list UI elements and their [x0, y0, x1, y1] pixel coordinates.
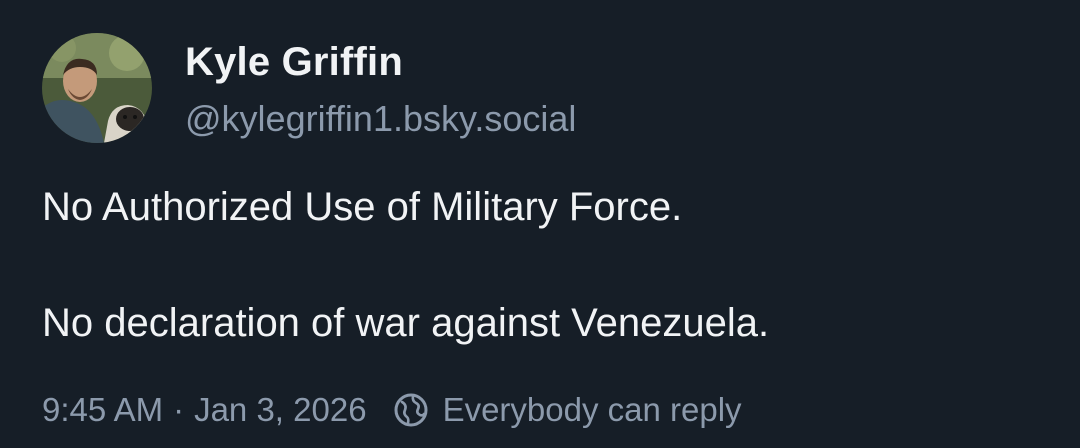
- author-display-name[interactable]: Kyle Griffin: [185, 40, 403, 85]
- avatar-image: [42, 33, 152, 143]
- reply-setting[interactable]: Everybody can reply: [393, 391, 742, 429]
- globe-icon: [393, 392, 429, 428]
- reply-setting-label: Everybody can reply: [442, 391, 742, 428]
- author-handle[interactable]: @kylegriffin1.bsky.social: [185, 98, 576, 140]
- post-card: Kyle Griffin @kylegriffin1.bsky.social N…: [0, 0, 1080, 448]
- post-time[interactable]: 9:45 AM: [42, 391, 163, 429]
- post-text-line: No Authorized Use of Military Force.: [42, 185, 683, 229]
- meta-separator: ·: [173, 391, 185, 428]
- post-meta: 9:45 AM · Jan 3, 2026 Everybody can repl…: [42, 388, 742, 432]
- post-text-line: No declaration of war against Venezuela.: [42, 301, 770, 345]
- post-date[interactable]: Jan 3, 2026: [194, 391, 366, 429]
- avatar[interactable]: [42, 33, 152, 143]
